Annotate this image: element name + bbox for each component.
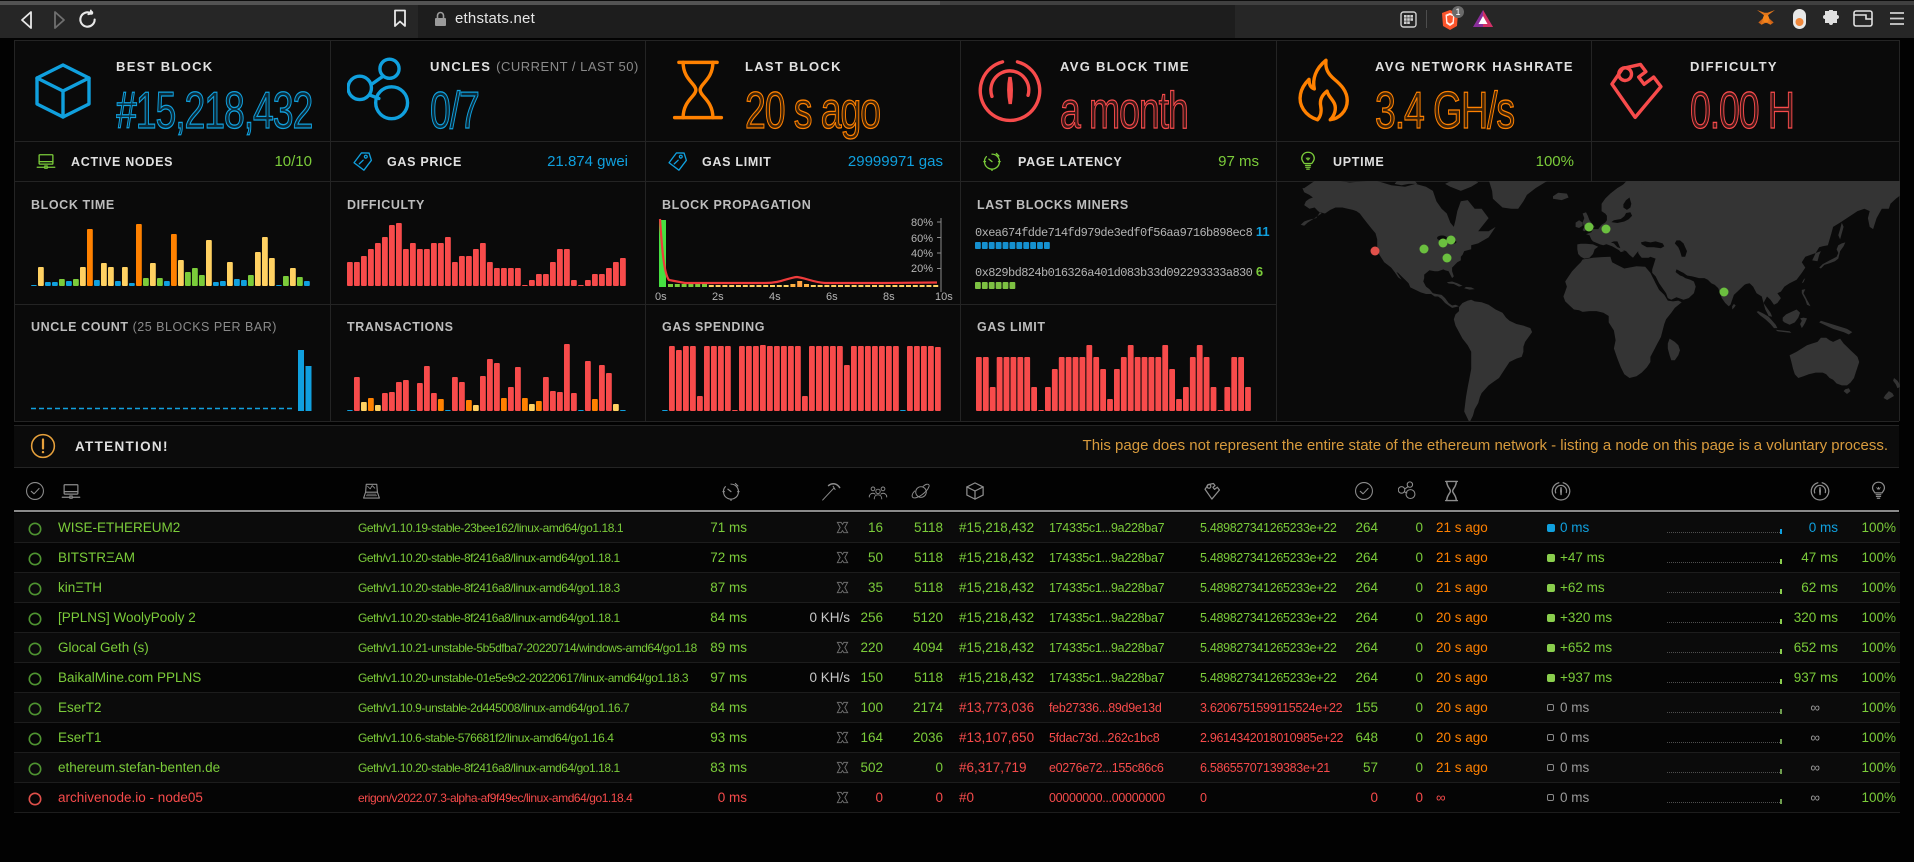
svg-text:8s: 8s: [883, 291, 895, 303]
svg-text:0/7: 0/7: [430, 82, 479, 139]
svg-text:3.4 GH/s: 3.4 GH/s: [1375, 82, 1515, 139]
svg-text:80%: 80%: [911, 217, 933, 229]
svg-text:6s: 6s: [826, 291, 838, 303]
svg-text:4s: 4s: [769, 291, 781, 303]
svg-text:60%: 60%: [911, 233, 933, 245]
svg-text:20 s ago: 20 s ago: [745, 82, 880, 139]
svg-text:#15,218,432: #15,218,432: [116, 82, 312, 139]
svg-text:0.00 H: 0.00 H: [1690, 82, 1794, 139]
svg-text:10s: 10s: [935, 291, 953, 303]
svg-text:20%: 20%: [911, 263, 933, 275]
svg-text:0s: 0s: [655, 291, 667, 303]
svg-text:a month: a month: [1060, 82, 1188, 139]
svg-text:40%: 40%: [911, 248, 933, 260]
svg-text:2s: 2s: [712, 291, 724, 303]
